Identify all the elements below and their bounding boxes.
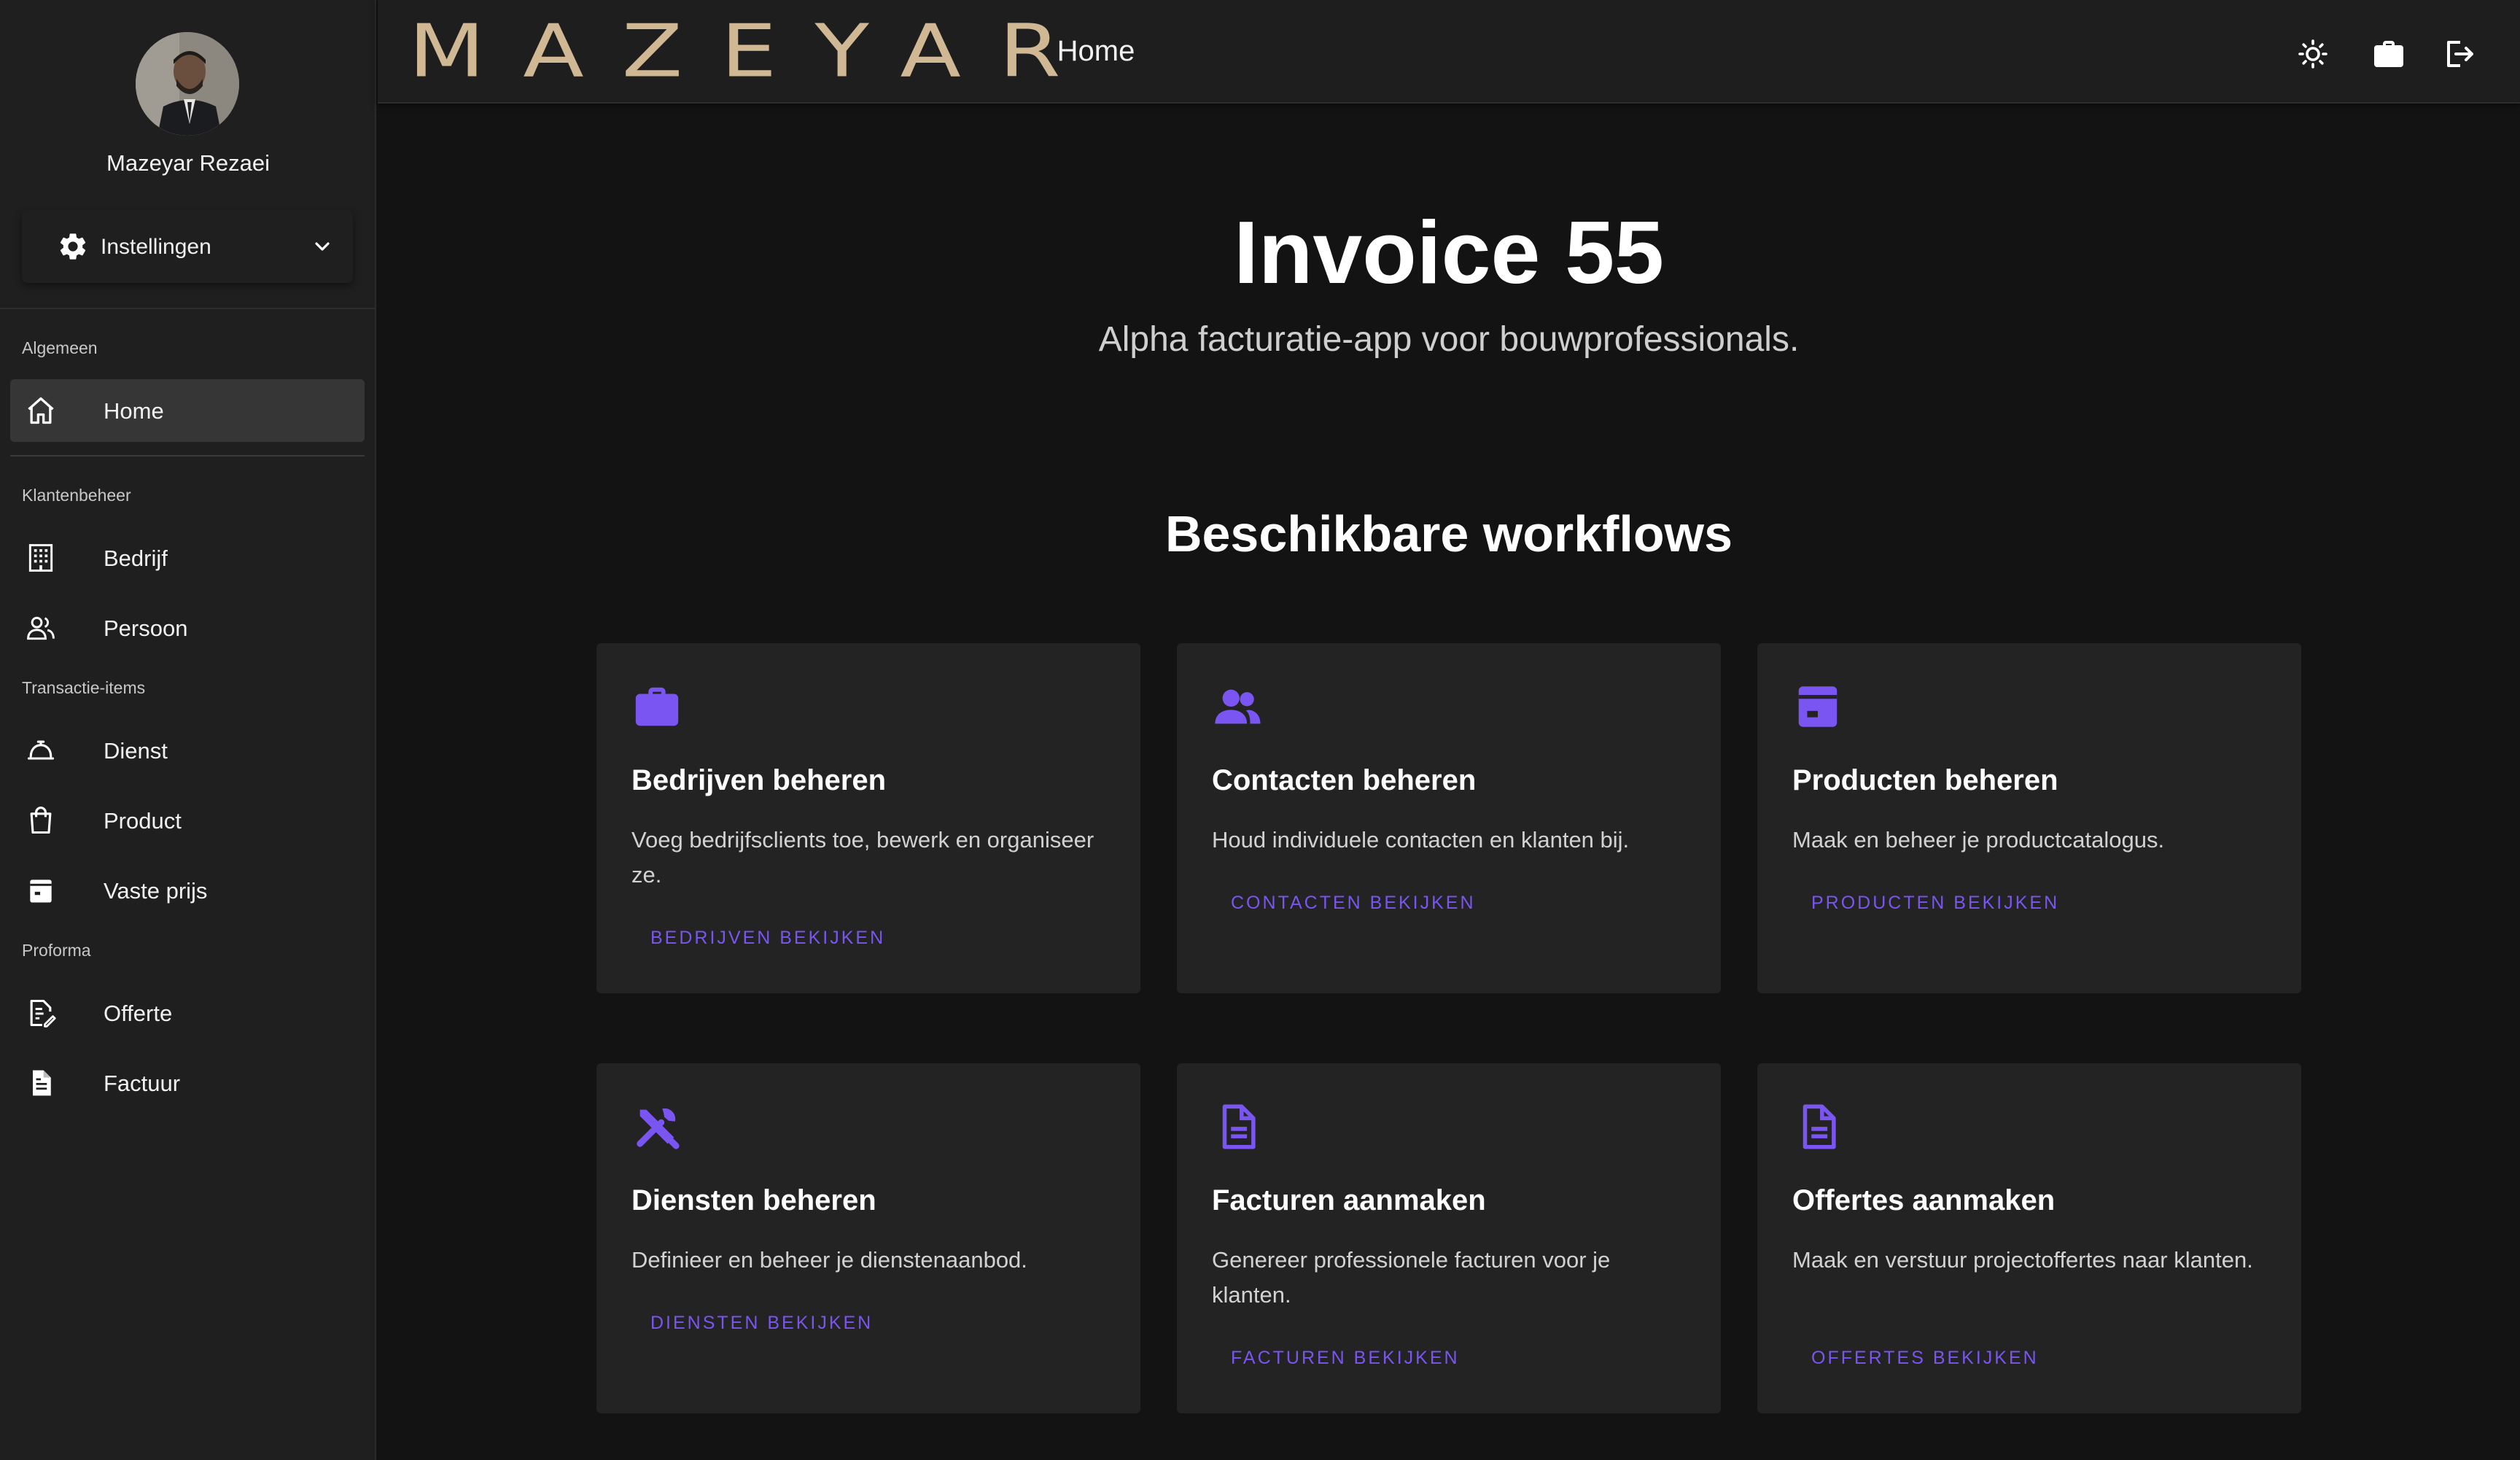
sidebar-item-label: Home — [104, 398, 164, 424]
document-icon — [1222, 1104, 1256, 1149]
page-subtitle: Alpha facturatie-app voor bouwprofession… — [1098, 320, 1800, 359]
section-label-proforma: Proforma — [22, 941, 91, 960]
header-title: Home — [1057, 35, 1135, 67]
workflow-card-contacten: Contacten beheren Houd individuele conta… — [1177, 643, 1721, 993]
card-title: Facturen aanmaken — [1212, 1184, 1486, 1216]
logout-icon[interactable] — [2441, 36, 2476, 71]
sidebar-item-label: Offerte — [104, 1001, 173, 1026]
card-link[interactable]: PRODUCTEN BEKIJKEN — [1811, 893, 2059, 914]
people-icon — [27, 616, 55, 640]
workflow-card-producten: Producten beheren Maak en beheer je prod… — [1757, 643, 2301, 993]
card-description: Maak en verstuur projectoffertes naar kl… — [1792, 1247, 2253, 1273]
card-title: Offertes aanmaken — [1792, 1184, 2056, 1216]
card-link[interactable]: BEDRIJVEN BEKIJKEN — [650, 928, 885, 949]
main-content: Invoice 55 Alpha facturatie-app voor bou… — [378, 104, 2520, 1460]
building-icon — [28, 544, 53, 572]
sidebar-item-label: Dienst — [104, 738, 168, 764]
section-label-algemeen: Algemeen — [22, 338, 98, 357]
card-title: Bedrijven beheren — [631, 764, 887, 796]
workflow-card-bedrijven: Bedrijven beheren Voeg bedrijfsclients t… — [596, 643, 1140, 993]
card-description: Definieer en beheer je dienstenaanbod. — [631, 1247, 1027, 1273]
brightness-icon[interactable] — [2295, 36, 2330, 71]
card-link[interactable]: CONTACTEN BEKIJKEN — [1231, 893, 1476, 914]
chevron-down-icon — [315, 242, 330, 251]
sidebar-item-factuur[interactable]: Factuur — [10, 1052, 365, 1114]
profile-name: Mazeyar Rezaei — [106, 150, 270, 176]
card-title: Producten beheren — [1792, 764, 2058, 796]
briefcase-icon[interactable] — [2371, 36, 2406, 71]
section-label-transactie-items: Transactie-items — [22, 678, 146, 697]
settings-label: Instellingen — [101, 235, 211, 259]
sidebar-item-label: Factuur — [104, 1071, 181, 1096]
sidebar: Mazeyar Rezaei Instellingen Algemeen Hom… — [0, 0, 376, 1460]
sidebar-item-dienst[interactable]: Dienst — [10, 719, 365, 782]
sidebar-item-product[interactable]: Product — [10, 789, 365, 852]
card-title: Contacten beheren — [1212, 764, 1477, 796]
sidebar-item-offerte[interactable]: Offerte — [10, 982, 365, 1044]
gear-icon — [60, 233, 86, 260]
sidebar-item-home[interactable]: Home — [10, 379, 365, 442]
briefcase-icon — [635, 687, 679, 726]
sidebar-item-label: Product — [104, 808, 182, 834]
people-icon — [1215, 689, 1261, 724]
price-tag-box-icon — [30, 880, 52, 903]
sidebar-item-bedrijf[interactable]: Bedrijf — [10, 527, 365, 589]
workflows-title: Beschikbare workflows — [1164, 505, 1733, 562]
sidebar-divider — [10, 455, 365, 457]
sidebar-divider — [0, 308, 376, 309]
section-label-klantenbeheer: Klantenbeheer — [22, 486, 131, 505]
sidebar-item-persoon[interactable]: Persoon — [10, 597, 365, 659]
card-link[interactable]: DIENSTEN BEKIJKEN — [650, 1313, 873, 1334]
card-link[interactable]: FACTUREN BEKIJKEN — [1231, 1348, 1460, 1369]
tools-icon — [637, 1108, 680, 1149]
top-header: MAZEYAR Home — [378, 0, 2520, 104]
card-link[interactable]: OFFERTES BEKIJKEN — [1811, 1348, 2039, 1369]
service-bell-icon — [27, 740, 55, 760]
sidebar-item-label: Bedrijf — [104, 545, 168, 571]
archive-box-icon — [1798, 686, 1838, 727]
workflow-card-offertes: Offertes aanmaken Maak en verstuur proje… — [1757, 1063, 2301, 1413]
workflow-card-diensten: Diensten beheren Definieer en beheer je … — [596, 1063, 1140, 1413]
card-description: Maak en beheer je productcatalogus. — [1792, 827, 2165, 853]
home-icon — [28, 397, 54, 424]
card-description: Genereer professionele facturen voor je … — [1212, 1247, 1611, 1308]
card-description: Houd individuele contacten en klanten bi… — [1212, 827, 1630, 853]
edit-document-icon — [30, 999, 56, 1028]
card-description: Voeg bedrijfsclients toe, bewerk en orga… — [631, 827, 1094, 888]
shopping-bag-icon — [30, 807, 52, 834]
document-icon — [33, 1070, 51, 1096]
sidebar-item-vaste-prijs[interactable]: Vaste prijs — [10, 859, 365, 922]
page-title: Invoice 55 — [1234, 203, 1664, 302]
sidebar-item-label: Persoon — [104, 616, 188, 641]
workflow-card-facturen: Facturen aanmaken Genereer professionele… — [1177, 1063, 1721, 1413]
sidebar-item-label: Vaste prijs — [104, 878, 208, 904]
document-icon — [1802, 1104, 1836, 1149]
card-title: Diensten beheren — [631, 1184, 876, 1216]
settings-dropdown[interactable]: Instellingen — [22, 210, 353, 283]
